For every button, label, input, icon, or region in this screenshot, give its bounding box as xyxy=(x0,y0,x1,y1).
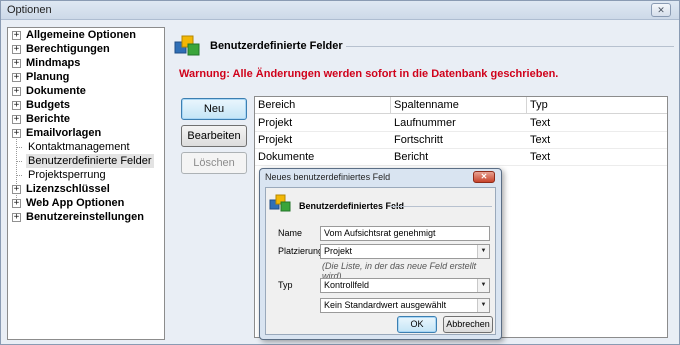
delete-button[interactable]: Löschen xyxy=(181,152,247,174)
table-cell[interactable]: Fortschritt xyxy=(391,132,527,149)
tree-item-label: Allgemeine Optionen xyxy=(26,29,137,41)
name-field[interactable]: Vom Aufsichtsrat genehmigt xyxy=(320,226,490,241)
dialog-body: Benutzerdefiniertes Feld Name Vom Aufsic… xyxy=(265,187,496,335)
dialog-divider xyxy=(390,206,492,207)
tree-item-label: Berichte xyxy=(26,113,71,125)
table-cell[interactable]: Laufnummer xyxy=(391,115,527,132)
dialog-title: Neues benutzerdefiniertes Feld xyxy=(265,172,391,182)
table-cell[interactable]: Text xyxy=(527,149,667,166)
title-bar: Optionen ✕ xyxy=(1,1,679,20)
options-window: Optionen ✕ + Allgemeine Optionen + Berec… xyxy=(0,0,680,345)
tree-item-mindmaps[interactable]: + Mindmaps xyxy=(8,56,164,70)
ok-button[interactable]: OK xyxy=(397,316,437,333)
tree-connector xyxy=(16,147,22,148)
expand-icon[interactable]: + xyxy=(12,59,21,68)
tree-item-budgets[interactable]: + Budgets xyxy=(8,98,164,112)
table-cell[interactable]: Dokumente xyxy=(255,149,391,166)
table-cell[interactable]: Bericht xyxy=(391,149,527,166)
section-title: Benutzerdefinierte Felder xyxy=(210,40,343,52)
expand-icon[interactable]: + xyxy=(12,213,21,222)
window-title: Optionen xyxy=(7,4,52,16)
tree-item-label: Planung xyxy=(26,71,70,83)
tree-item-label: Dokumente xyxy=(26,85,86,97)
column-header-spaltenname[interactable]: Spaltenname xyxy=(391,97,527,114)
tree-item-benutzerdefinierte-felder[interactable]: Benutzerdefinierte Felder xyxy=(8,154,164,168)
type-select[interactable]: Kontrollfeld ▼ xyxy=(320,278,490,293)
chevron-down-icon[interactable]: ▼ xyxy=(477,245,489,258)
custom-fields-icon xyxy=(173,34,203,58)
tree-item-benutzereinstellungen[interactable]: + Benutzereinstellungen xyxy=(8,210,164,224)
tree-item-projektsperrung[interactable]: Projektsperrung xyxy=(8,168,164,182)
tree-connector xyxy=(16,161,22,162)
warning-text: Warnung: Alle Änderungen werden sofort i… xyxy=(179,68,559,80)
custom-field-icon xyxy=(269,193,293,215)
column-header-bereich[interactable]: Bereich xyxy=(255,97,391,114)
tree-item-label: Benutzerdefinierte Felder xyxy=(26,154,154,168)
tree-item-label: Mindmaps xyxy=(26,57,81,69)
tree-item-planung[interactable]: + Planung xyxy=(8,70,164,84)
close-icon[interactable]: ✕ xyxy=(651,3,671,17)
edit-button[interactable]: Bearbeiten xyxy=(181,125,247,147)
default-value-select[interactable]: Kein Standardwert ausgewählt ▼ xyxy=(320,298,490,313)
default-value: Kein Standardwert ausgewählt xyxy=(324,300,447,310)
new-field-dialog: Neues benutzerdefiniertes Feld ✕ Benutze… xyxy=(259,168,502,340)
dialog-close-icon[interactable]: ✕ xyxy=(473,171,495,183)
tree-item-label: Lizenzschlüssel xyxy=(26,183,110,195)
table-cell[interactable]: Text xyxy=(527,132,667,149)
tree-item-emailvorlagen[interactable]: + Emailvorlagen xyxy=(8,126,164,140)
chevron-down-icon[interactable]: ▼ xyxy=(477,299,489,312)
table-cell[interactable]: Projekt xyxy=(255,115,391,132)
dialog-title-bar: Neues benutzerdefiniertes Feld ✕ xyxy=(260,169,501,186)
tree-item-allgemeine-optionen[interactable]: + Allgemeine Optionen xyxy=(8,28,164,42)
column-header-typ[interactable]: Typ xyxy=(527,97,667,114)
expand-icon[interactable]: + xyxy=(12,101,21,110)
expand-icon[interactable]: + xyxy=(12,115,21,124)
cancel-button[interactable]: Abbrechen xyxy=(443,316,493,333)
expand-icon[interactable]: + xyxy=(12,129,21,138)
tree-item-web-app-optionen[interactable]: + Web App Optionen xyxy=(8,196,164,210)
table-cell[interactable]: Text xyxy=(527,115,667,132)
tree-item-label: Budgets xyxy=(26,99,70,111)
tree-connector xyxy=(16,175,22,176)
chevron-down-icon[interactable]: ▼ xyxy=(477,279,489,292)
tree-item-label: Kontaktmanagement xyxy=(28,141,130,153)
placement-select[interactable]: Projekt ▼ xyxy=(320,244,490,259)
type-label: Typ xyxy=(278,280,293,290)
section-divider xyxy=(346,46,674,47)
options-tree[interactable]: + Allgemeine Optionen + Berechtigungen +… xyxy=(7,27,165,340)
tree-item-label: Emailvorlagen xyxy=(26,127,102,139)
dialog-header: Benutzerdefiniertes Feld xyxy=(299,201,405,211)
tree-item-berechtigungen[interactable]: + Berechtigungen xyxy=(8,42,164,56)
expand-icon[interactable]: + xyxy=(12,185,21,194)
expand-icon[interactable]: + xyxy=(12,73,21,82)
expand-icon[interactable]: + xyxy=(12,87,21,96)
type-value: Kontrollfeld xyxy=(324,280,370,290)
tree-item-label: Projektsperrung xyxy=(28,169,106,181)
tree-item-dokumente[interactable]: + Dokumente xyxy=(8,84,164,98)
new-button[interactable]: Neu xyxy=(181,98,247,120)
placement-label: Platzierung xyxy=(278,246,324,256)
name-label: Name xyxy=(278,228,303,238)
tree-item-label: Web App Optionen xyxy=(26,197,125,209)
tree-item-kontaktmanagement[interactable]: Kontaktmanagement xyxy=(8,140,164,154)
table-cell[interactable]: Projekt xyxy=(255,132,391,149)
tree-item-label: Benutzereinstellungen xyxy=(26,211,144,223)
expand-icon[interactable]: + xyxy=(12,45,21,54)
tree-item-label: Berechtigungen xyxy=(26,43,110,55)
tree-item-lizenzschluessel[interactable]: + Lizenzschlüssel xyxy=(8,182,164,196)
placement-value: Projekt xyxy=(324,246,353,256)
tree-item-berichte[interactable]: + Berichte xyxy=(8,112,164,126)
expand-icon[interactable]: + xyxy=(12,199,21,208)
expand-icon[interactable]: + xyxy=(12,31,21,40)
